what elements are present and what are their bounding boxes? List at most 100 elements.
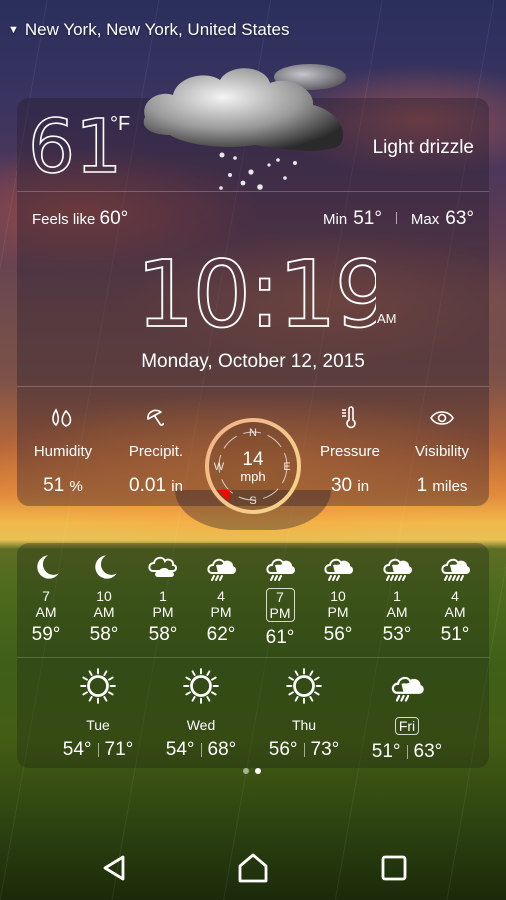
compass-east: E (283, 461, 290, 473)
hour-period: PM (152, 604, 174, 620)
umbrella-icon (106, 405, 206, 431)
recents-button[interactable] (374, 850, 414, 886)
hour-number: 4 (451, 588, 459, 604)
back-button[interactable] (94, 850, 134, 886)
hour-temp: 61° (265, 627, 295, 648)
hour-temp: 58° (148, 624, 178, 645)
current-temperature: 61 (28, 112, 118, 182)
day-high: 71° (104, 739, 134, 760)
hour-temp: 59° (31, 624, 61, 645)
hour-temp: 51° (440, 624, 470, 645)
daily-item[interactable]: Wed 54° 68° (141, 668, 261, 761)
pressure-value: 30 (330, 475, 353, 496)
divider (17, 657, 489, 658)
hourly-item[interactable]: 1 AM 53° (368, 552, 426, 646)
hour-period: PM (210, 604, 232, 620)
separator (200, 743, 202, 757)
separator (303, 743, 305, 757)
hourly-item[interactable]: 7 AM 59° (17, 552, 75, 646)
pressure-unit: in (357, 478, 370, 495)
day-low: 54° (165, 739, 195, 760)
hour-temp: 56° (323, 624, 353, 645)
hourly-item[interactable]: 4 PM 62° (192, 552, 250, 646)
hour-temp: 53° (382, 624, 412, 645)
day-high: 73° (310, 739, 340, 760)
separator (406, 745, 408, 759)
precipitation-unit: in (171, 478, 183, 495)
day-low: 56° (268, 739, 298, 760)
location-label: New York, New York, United States (24, 20, 290, 39)
humidity-drops-icon (13, 405, 113, 431)
wind-compass: N E S W 14 mph (205, 418, 301, 514)
daily-item[interactable]: Thu 56° 73° (244, 668, 364, 761)
recents-icon (381, 855, 407, 881)
metric-value: 51 % (13, 475, 113, 497)
humidity-value: 51 (43, 475, 65, 496)
hour-period: PM (327, 604, 349, 620)
page-dot[interactable] (243, 768, 249, 774)
hour-period: PM (269, 605, 291, 621)
metric-precipitation: Precipit. 0.01 in (106, 405, 206, 497)
feels-like: Feels like 60° (32, 208, 128, 230)
metric-value: 30 in (300, 475, 400, 497)
clock-ampm: AM (377, 311, 397, 326)
hour-number: 4 (217, 588, 225, 604)
precipitation-value: 0.01 (129, 475, 166, 496)
day-high: 63° (413, 741, 443, 762)
hour-period: AM (35, 604, 57, 620)
daily-item[interactable]: Tue 54° 71° (38, 668, 158, 761)
divider (17, 191, 489, 192)
eye-icon (392, 405, 492, 431)
wind-speed: 14 (242, 449, 264, 470)
selected-hour-box: 7 PM (265, 588, 295, 622)
moon-icon (17, 552, 75, 584)
temperature-unit: °F (110, 113, 131, 135)
temperature-value: 61 (28, 112, 118, 182)
hour-number: 7 (42, 588, 50, 604)
day-low: 54° (62, 739, 92, 760)
metric-value: 0.01 in (106, 475, 206, 497)
hourly-item[interactable]: 10 PM 56° (309, 552, 367, 646)
metric-label: Humidity (33, 443, 93, 460)
separator (395, 212, 397, 224)
navigation-bar (0, 836, 506, 900)
hour-period: AM (444, 604, 466, 620)
metric-pressure: Pressure 30 in (300, 405, 400, 497)
hour-temp: 62° (206, 624, 236, 645)
clock-time: 10:19 (136, 244, 376, 334)
metric-label: Pressure (319, 443, 381, 460)
page-dot-active[interactable] (255, 768, 261, 774)
wind-unit: mph (240, 469, 265, 484)
hour-number: 10 (330, 588, 346, 604)
visibility-value: 1 (416, 475, 428, 496)
moon-icon (75, 552, 133, 584)
min-max: Min 51° Max 63° (323, 208, 474, 230)
hourly-item[interactable]: 4 AM 51° (426, 552, 484, 646)
day-high: 68° (207, 739, 237, 760)
metric-label: Visibility (415, 443, 469, 460)
separator (97, 743, 99, 757)
triangle-down-icon: ▼ (8, 24, 19, 36)
compass-north: N (249, 427, 257, 439)
day-name: Tue (86, 717, 110, 733)
metric-visibility: Visibility 1 miles (392, 405, 492, 497)
hour-number: 1 (393, 588, 401, 604)
sun-icon (38, 668, 158, 704)
home-icon (238, 853, 268, 883)
daily-item[interactable]: Fri 51° 63° (347, 668, 467, 763)
drizzle-cloud-icon (143, 64, 346, 190)
location-selector[interactable]: ▼ New York, New York, United States (8, 20, 289, 40)
day-low: 51° (371, 741, 401, 762)
hourly-item[interactable]: 1 PM 58° (134, 552, 192, 646)
rain-cloud-icon (347, 668, 467, 704)
hour-number: 7 (276, 589, 284, 605)
rain-cloud-icon (309, 552, 367, 584)
day-name: Thu (291, 717, 317, 733)
hour-number: 1 (159, 588, 167, 604)
day-name: Wed (186, 717, 216, 733)
feels-like-label: Feels like (32, 211, 96, 228)
home-button[interactable] (233, 850, 273, 886)
hourly-item[interactable]: 10 AM 58° (75, 552, 133, 646)
thermometer-icon (300, 405, 400, 431)
hourly-item[interactable]: 7 PM 61° (251, 552, 309, 649)
